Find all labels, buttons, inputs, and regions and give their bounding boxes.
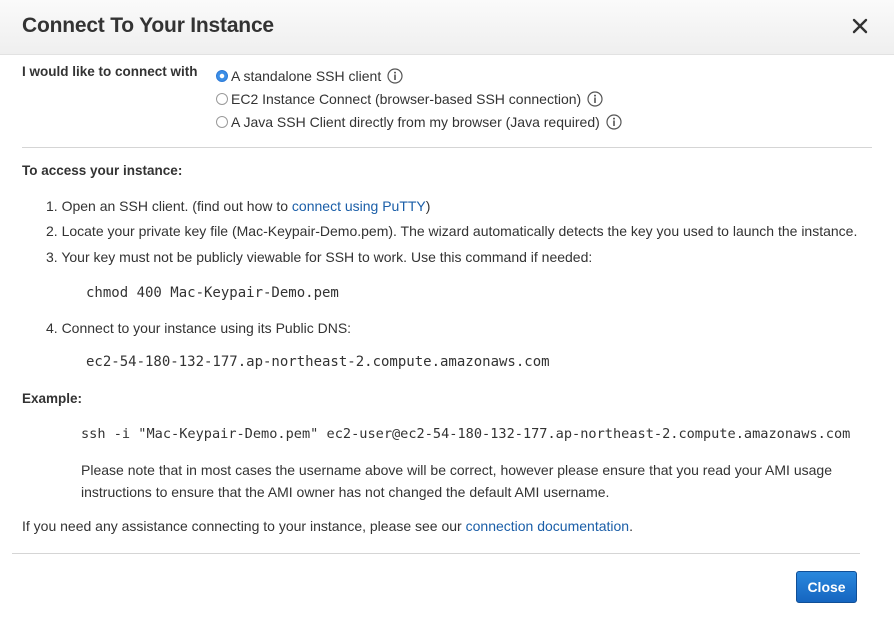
- assistance-suffix: .: [629, 518, 633, 534]
- example-ssh-command: ssh -i "Mac-Keypair-Demo.pem" ec2-user@e…: [81, 426, 851, 442]
- step-4: 4. Connect to your instance using its Pu…: [46, 320, 352, 336]
- username-note: Please note that in most cases the usern…: [81, 462, 832, 500]
- footer-divider: [12, 553, 860, 554]
- close-icon[interactable]: [848, 14, 872, 38]
- step-1-suffix: ): [425, 198, 431, 214]
- divider: [22, 147, 872, 148]
- dialog-header: Connect To Your Instance: [0, 0, 894, 55]
- option-label: EC2 Instance Connect (browser-based SSH …: [231, 91, 582, 107]
- info-icon[interactable]: [387, 68, 403, 84]
- public-dns: ec2-54-180-132-177.ap-northeast-2.comput…: [86, 354, 550, 370]
- step-1-text: 1. Open an SSH client. (find out how to: [46, 198, 292, 214]
- close-button[interactable]: Close: [796, 571, 857, 603]
- info-icon[interactable]: [606, 114, 622, 130]
- access-heading: To access your instance:: [22, 163, 183, 178]
- option-ec2-instance-connect[interactable]: EC2 Instance Connect (browser-based SSH …: [216, 89, 603, 109]
- step-2: 2. Locate your private key file (Mac-Key…: [46, 223, 858, 239]
- connect-with-label: I would like to connect with: [22, 64, 198, 79]
- connection-documentation-link[interactable]: connection documentation: [466, 518, 629, 534]
- option-standalone-ssh[interactable]: A standalone SSH client: [216, 66, 403, 86]
- step-3: 3. Your key must not be publicly viewabl…: [46, 249, 593, 265]
- radio-ec2-instance-connect[interactable]: [216, 93, 228, 105]
- option-label: A standalone SSH client: [231, 68, 382, 84]
- step-1: 1. Open an SSH client. (find out how to …: [46, 198, 430, 214]
- example-heading: Example:: [22, 391, 83, 406]
- radio-standalone-ssh[interactable]: [216, 70, 228, 82]
- option-label: A Java SSH Client directly from my brows…: [231, 114, 600, 130]
- info-icon[interactable]: [587, 91, 603, 107]
- putty-link[interactable]: connect using PuTTY: [292, 198, 426, 214]
- chmod-command: chmod 400 Mac-Keypair-Demo.pem: [86, 285, 339, 301]
- option-java-ssh-client[interactable]: A Java SSH Client directly from my brows…: [216, 112, 622, 132]
- assistance-text: If you need any assistance connecting to…: [22, 518, 633, 534]
- dialog-title: Connect To Your Instance: [22, 14, 274, 37]
- radio-java-ssh-client[interactable]: [216, 116, 228, 128]
- assistance-prefix: If you need any assistance connecting to…: [22, 518, 466, 534]
